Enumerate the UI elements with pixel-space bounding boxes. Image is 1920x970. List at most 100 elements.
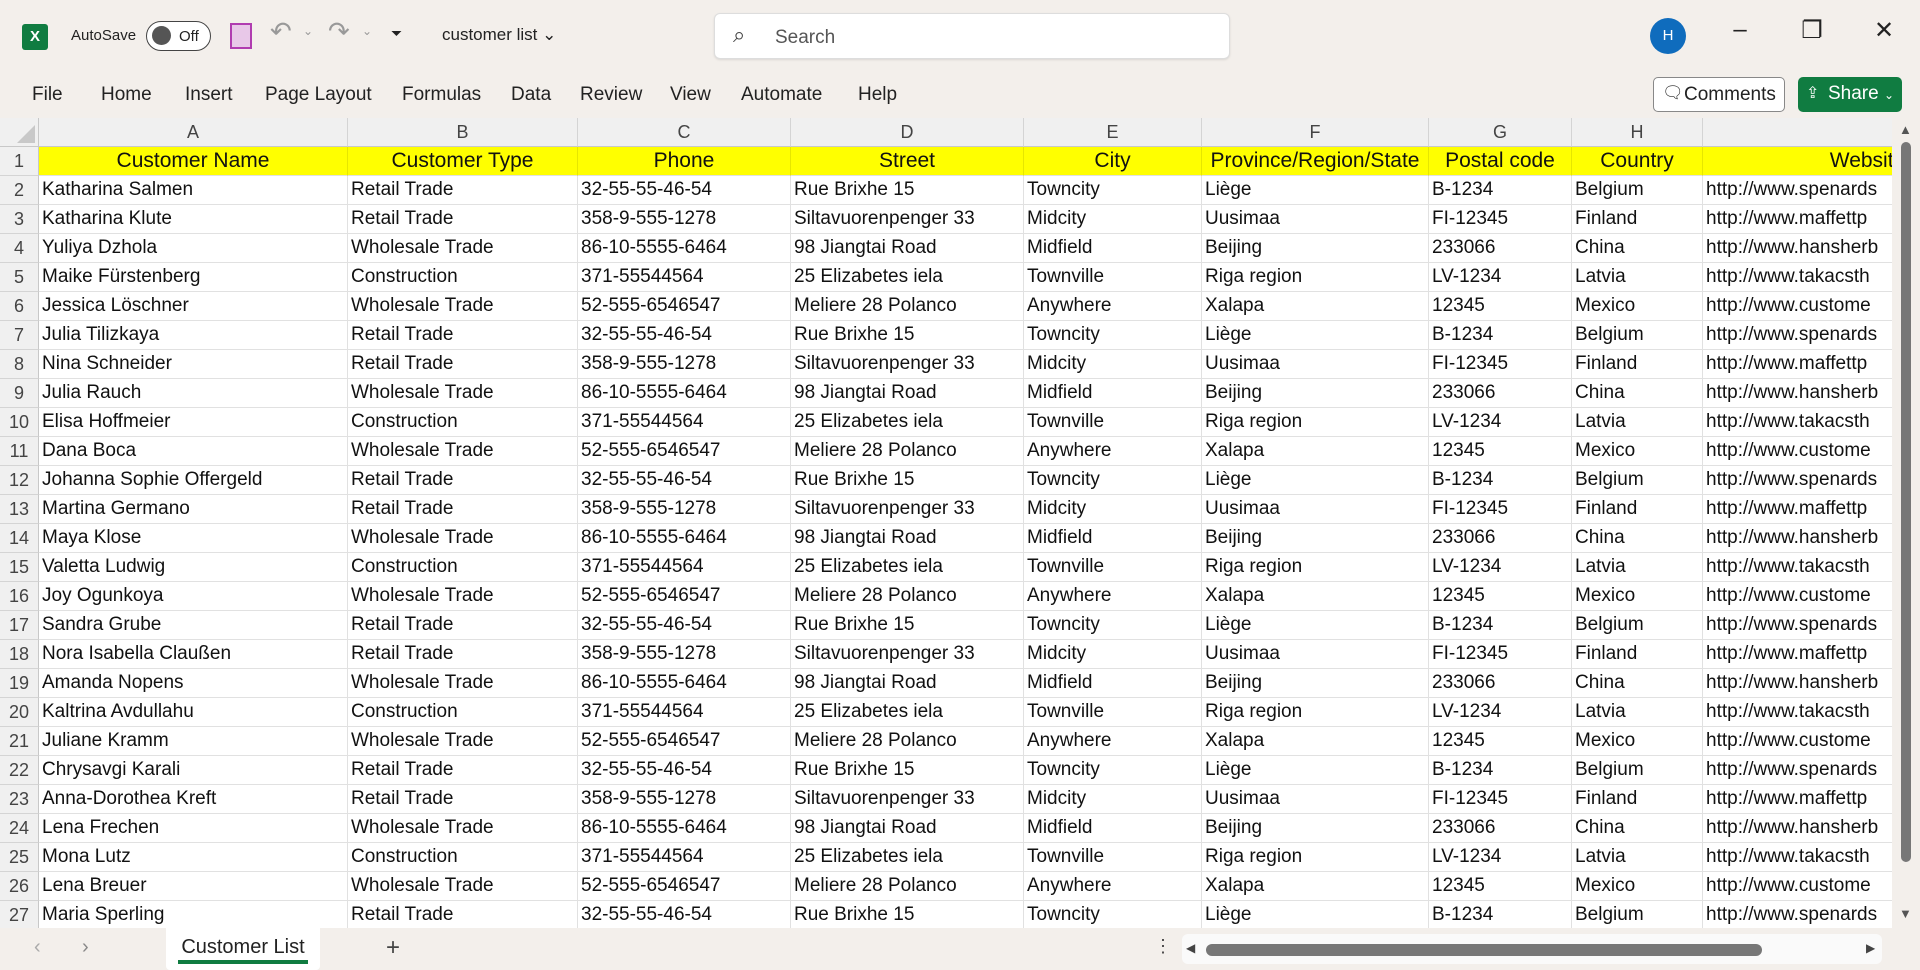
cell-country[interactable]: Mexico — [1572, 582, 1703, 611]
cell-postal-code[interactable]: 12345 — [1429, 437, 1572, 466]
cell-city[interactable]: Anywhere — [1024, 292, 1202, 321]
cell-street[interactable]: Siltavuorenpenger 33 — [791, 640, 1024, 669]
row-header[interactable]: 26 — [0, 872, 39, 901]
row-header[interactable]: 6 — [0, 292, 39, 321]
cell-customer-type[interactable]: Construction — [348, 408, 578, 437]
cell-city[interactable]: Towncity — [1024, 901, 1202, 928]
cell-street[interactable]: Rue Brixhe 15 — [791, 756, 1024, 785]
cell-customer-name[interactable]: Elisa Hoffmeier — [39, 408, 348, 437]
cell-customer-name[interactable]: Lena Frechen — [39, 814, 348, 843]
column-header-g[interactable]: G — [1429, 118, 1572, 147]
cell-customer-type[interactable]: Retail Trade — [348, 205, 578, 234]
cell-street[interactable]: Siltavuorenpenger 33 — [791, 350, 1024, 379]
cell-country[interactable]: Finland — [1572, 785, 1703, 814]
cell-customer-name[interactable]: Mona Lutz — [39, 843, 348, 872]
cell-website[interactable]: http://www.custome — [1703, 437, 1892, 466]
cell-street[interactable]: Siltavuorenpenger 33 — [791, 785, 1024, 814]
cell-street[interactable]: Rue Brixhe 15 — [791, 466, 1024, 495]
cell-customer-type[interactable]: Construction — [348, 263, 578, 292]
add-sheet-icon[interactable]: + — [386, 934, 400, 962]
cell-website[interactable]: Website — [1703, 147, 1892, 176]
cell-country[interactable]: Mexico — [1572, 437, 1703, 466]
column-header-a[interactable]: A — [39, 118, 348, 147]
cell-phone[interactable]: 358-9-555-1278 — [578, 785, 791, 814]
cell-city[interactable]: Midcity — [1024, 785, 1202, 814]
cell-customer-name[interactable]: Katharina Salmen — [39, 176, 348, 205]
cell-website[interactable]: http://www.maffettp — [1703, 350, 1892, 379]
cell-customer-type[interactable]: Retail Trade — [348, 901, 578, 928]
cell-customer-type[interactable]: Retail Trade — [348, 785, 578, 814]
cell-postal-code[interactable]: LV-1234 — [1429, 553, 1572, 582]
comments-button[interactable]: 🗨 Comments — [1653, 77, 1785, 112]
cell-country[interactable]: Latvia — [1572, 553, 1703, 582]
undo-icon[interactable]: ↶ — [270, 16, 292, 47]
cell-street[interactable]: 98 Jiangtai Road — [791, 234, 1024, 263]
cell-street[interactable]: Meliere 28 Polanco — [791, 872, 1024, 901]
cell-customer-type[interactable]: Retail Trade — [348, 640, 578, 669]
cell-postal-code[interactable]: 233066 — [1429, 669, 1572, 698]
vertical-scrollbar[interactable]: ▲ ▼ — [1892, 118, 1920, 928]
cell-street[interactable]: Siltavuorenpenger 33 — [791, 205, 1024, 234]
tab-page-layout[interactable]: Page Layout — [265, 84, 372, 106]
search-box[interactable]: ⌕ Search — [714, 13, 1230, 59]
cell-postal-code[interactable]: LV-1234 — [1429, 698, 1572, 727]
cell-province[interactable]: Beijing — [1202, 234, 1429, 263]
row-header[interactable]: 18 — [0, 640, 39, 669]
row-header[interactable]: 15 — [0, 553, 39, 582]
row-header[interactable]: 17 — [0, 611, 39, 640]
cell-province[interactable]: Beijing — [1202, 669, 1429, 698]
cell-customer-name[interactable]: Nina Schneider — [39, 350, 348, 379]
cell-postal-code[interactable]: 233066 — [1429, 234, 1572, 263]
cell-website[interactable]: http://www.custome — [1703, 727, 1892, 756]
cell-city[interactable]: Midfield — [1024, 234, 1202, 263]
cell-phone[interactable]: 371-55544564 — [578, 408, 791, 437]
row-header[interactable]: 12 — [0, 466, 39, 495]
cell-customer-type[interactable]: Wholesale Trade — [348, 524, 578, 553]
cell-province[interactable]: Xalapa — [1202, 292, 1429, 321]
cell-province[interactable]: Uusimaa — [1202, 205, 1429, 234]
cell-customer-name[interactable]: Martina Germano — [39, 495, 348, 524]
cell-postal-code[interactable]: 12345 — [1429, 872, 1572, 901]
cell-city[interactable]: Townville — [1024, 408, 1202, 437]
cell-website[interactable]: http://www.spenards — [1703, 901, 1892, 928]
cell-customer-type[interactable]: Retail Trade — [348, 176, 578, 205]
column-header-b[interactable]: B — [348, 118, 578, 147]
row-header[interactable]: 20 — [0, 698, 39, 727]
row-header[interactable]: 7 — [0, 321, 39, 350]
cell-city[interactable]: Anywhere — [1024, 727, 1202, 756]
scroll-down-icon[interactable]: ▼ — [1899, 906, 1912, 921]
cell-province[interactable]: Province/Region/State — [1202, 147, 1429, 176]
cell-city[interactable]: Midfield — [1024, 524, 1202, 553]
spreadsheet-grid[interactable]: A B C D E F G H 1 Customer Name Customer Type Phone… — [0, 118, 1892, 928]
cell-province[interactable]: Liège — [1202, 321, 1429, 350]
cell-country[interactable]: China — [1572, 814, 1703, 843]
cell-phone[interactable]: 32-55-55-46-54 — [578, 901, 791, 928]
cell-country[interactable]: Belgium — [1572, 756, 1703, 785]
cell-customer-type[interactable]: Construction — [348, 843, 578, 872]
row-header[interactable]: 11 — [0, 437, 39, 466]
cell-website[interactable]: http://www.custome — [1703, 292, 1892, 321]
cell-phone[interactable]: 52-555-6546547 — [578, 727, 791, 756]
cell-country[interactable]: Finland — [1572, 350, 1703, 379]
cell-province[interactable]: Liège — [1202, 901, 1429, 928]
column-header-d[interactable]: D — [791, 118, 1024, 147]
cell-website[interactable]: http://www.takacsth — [1703, 263, 1892, 292]
tab-file[interactable]: File — [32, 84, 63, 106]
scroll-right-icon[interactable]: ▶ — [1866, 941, 1875, 955]
cell-street[interactable]: 25 Elizabetes iela — [791, 263, 1024, 292]
next-sheet-icon[interactable]: › — [82, 936, 89, 959]
cell-country[interactable]: China — [1572, 234, 1703, 263]
cell-street[interactable]: Rue Brixhe 15 — [791, 901, 1024, 928]
cell-customer-type[interactable]: Retail Trade — [348, 350, 578, 379]
cell-province[interactable]: Liège — [1202, 756, 1429, 785]
cell-city[interactable]: Midfield — [1024, 379, 1202, 408]
cell-street[interactable]: 25 Elizabetes iela — [791, 553, 1024, 582]
cell-website[interactable]: http://www.spenards — [1703, 611, 1892, 640]
row-header[interactable]: 23 — [0, 785, 39, 814]
cell-postal-code[interactable]: B-1234 — [1429, 901, 1572, 928]
cell-city[interactable]: Towncity — [1024, 466, 1202, 495]
cell-province[interactable]: Liège — [1202, 176, 1429, 205]
cell-website[interactable]: http://www.custome — [1703, 582, 1892, 611]
cell-city[interactable]: Townville — [1024, 698, 1202, 727]
row-header[interactable]: 22 — [0, 756, 39, 785]
